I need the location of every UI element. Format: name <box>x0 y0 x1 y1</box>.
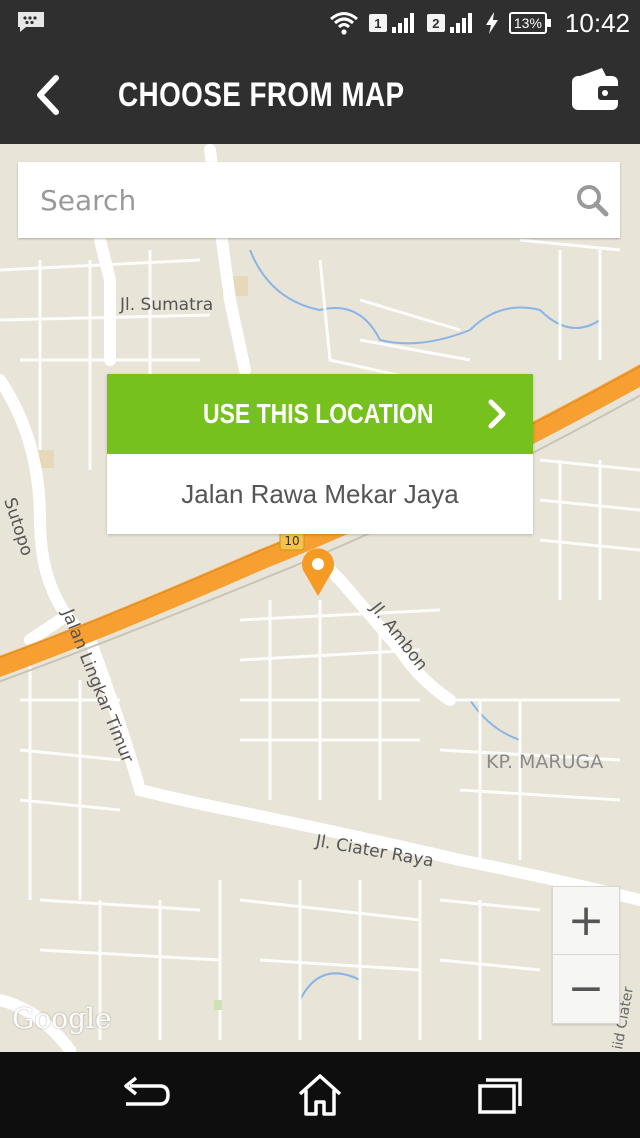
use-location-button[interactable]: USE THIS LOCATION <box>107 374 533 454</box>
map-view[interactable]: 10 Jl. Sumatra Sutopo Jalan Lingkar Timu… <box>0 144 640 1052</box>
home-icon <box>298 1074 342 1116</box>
map-canvas: 10 Jl. Sumatra Sutopo Jalan Lingkar Timu… <box>0 144 640 1052</box>
charging-icon <box>485 12 498 34</box>
back-nav-icon <box>124 1076 170 1106</box>
sim1-badge: 1 <box>368 14 387 32</box>
wallet-icon <box>572 68 620 110</box>
status-bar: 1 2 13% 10:42 <box>0 0 640 46</box>
google-attribution: Google <box>12 1002 112 1035</box>
sim2-signal: 2 <box>426 12 475 34</box>
nav-home-button[interactable] <box>290 1070 350 1120</box>
zoom-controls: + − <box>552 886 620 1024</box>
sim2-badge: 2 <box>426 14 445 32</box>
search-icon[interactable] <box>574 182 610 218</box>
nav-recents-button[interactable] <box>468 1070 528 1120</box>
search-bar <box>18 162 620 238</box>
zoom-in-button[interactable]: + <box>553 887 619 955</box>
map-label-sumatra: Jl. Sumatra <box>119 295 213 315</box>
chevron-left-icon <box>37 75 59 115</box>
system-nav-bar <box>0 1052 640 1138</box>
nav-back-button[interactable] <box>114 1070 174 1120</box>
map-label-maruga: KP. MARUGA <box>486 751 603 773</box>
location-card: USE THIS LOCATION Jalan Rawa Mekar Jaya <box>107 374 533 534</box>
chevron-right-icon <box>488 399 506 429</box>
zoom-out-button[interactable]: − <box>553 955 619 1022</box>
signal-icon <box>391 13 414 33</box>
search-input[interactable] <box>38 182 562 218</box>
battery-icon: 13% <box>508 12 551 34</box>
page-title: CHOOSE FROM MAP <box>118 76 405 114</box>
status-time: 10:42 <box>564 7 630 38</box>
recents-icon <box>478 1078 522 1114</box>
signal-icon <box>449 13 472 33</box>
use-location-label: USE THIS LOCATION <box>203 398 434 429</box>
wifi-icon <box>329 12 358 35</box>
messenger-icon <box>18 12 44 32</box>
sim1-signal: 1 <box>368 12 417 34</box>
toolbar: CHOOSE FROM MAP <box>0 46 640 144</box>
toll-shield-label: 10 <box>284 534 299 548</box>
back-button[interactable] <box>24 68 78 122</box>
location-address: Jalan Rawa Mekar Jaya <box>181 479 459 509</box>
wallet-button[interactable] <box>568 62 622 116</box>
